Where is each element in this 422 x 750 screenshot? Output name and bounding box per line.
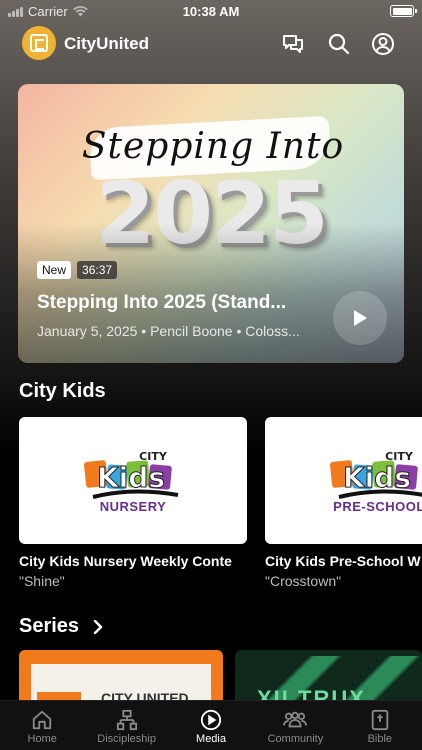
tab-home[interactable]: Home — [0, 701, 84, 750]
tab-bible-label: Bible — [367, 733, 393, 745]
hero-title: Stepping Into 2025 (Stand... — [37, 292, 287, 313]
duration-badge: 36:37 — [77, 261, 118, 279]
discipleship-icon — [116, 709, 137, 731]
clock: 10:38 AM — [182, 4, 240, 19]
kids-preschool-card[interactable]: Kids CITY PRE-SCHOOL — [265, 417, 422, 544]
play-button[interactable] — [333, 291, 387, 345]
status-bar: Carrier 10:38 AM — [0, 0, 422, 22]
nursery-label: NURSERY — [99, 499, 167, 514]
chevron-right-icon — [93, 619, 103, 634]
bottom-tab-bar: Home Discipleship Media Community Bible — [0, 700, 422, 750]
app-logo[interactable] — [22, 26, 56, 60]
kids-logo-word: Kids — [343, 461, 411, 494]
battery-icon — [390, 5, 417, 17]
play-icon — [354, 310, 367, 326]
kids-logo-top: CITY — [139, 450, 168, 463]
hero-script-text: Stepping Into — [81, 126, 345, 167]
tab-home-label: Home — [27, 733, 57, 745]
kids-logo-top: CITY — [385, 450, 414, 463]
chat-icon[interactable] — [281, 32, 305, 56]
tab-bible[interactable]: Bible — [338, 701, 422, 750]
home-icon — [33, 710, 52, 730]
featured-media-card[interactable]: Stepping Into 2025 New 36:37 Stepping In… — [18, 84, 404, 363]
tab-community-label: Community — [267, 733, 324, 745]
hero-meta: January 5, 2025 • Pencil Boone • Coloss.… — [37, 323, 300, 339]
kids-card-caption: City Kids Pre-School W — [265, 553, 421, 569]
tab-media-label: Media — [196, 733, 226, 745]
hero-badges: New 36:37 — [37, 261, 118, 279]
tab-discipleship-label: Discipleship — [97, 733, 156, 745]
city-kids-title: City Kids — [19, 380, 106, 402]
series-header[interactable]: Series — [19, 615, 103, 638]
city-kids-logo: Kids CITY — [83, 450, 179, 499]
bible-icon — [371, 709, 389, 731]
app-title: CityUnited — [64, 34, 149, 53]
media-play-icon — [200, 709, 222, 731]
city-kids-logo: Kids CITY — [329, 450, 422, 499]
tab-media[interactable]: Media — [169, 701, 253, 750]
kids-card-caption: City Kids Nursery Weekly Conte — [19, 553, 232, 569]
community-icon — [283, 711, 308, 728]
account-icon[interactable] — [371, 32, 395, 56]
kids-nursery-card[interactable]: Kids CITY NURSERY — [19, 417, 247, 544]
series-title: Series — [19, 615, 80, 637]
preschool-label: PRE-SCHOOL — [333, 499, 422, 514]
kids-logo-word: Kids — [97, 461, 165, 494]
new-badge: New — [37, 261, 72, 279]
tab-community[interactable]: Community — [253, 701, 337, 750]
kids-card-subtitle: "Shine" — [19, 573, 65, 589]
search-icon[interactable] — [327, 32, 351, 56]
app-header: CityUnited — [0, 24, 422, 64]
tab-discipleship[interactable]: Discipleship — [84, 701, 168, 750]
kids-card-subtitle: "Crosstown" — [265, 573, 342, 589]
